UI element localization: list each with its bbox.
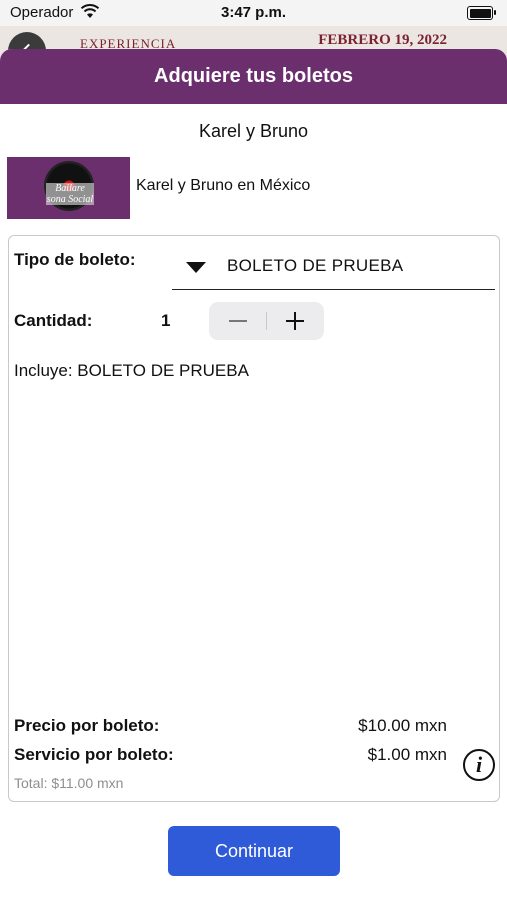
increment-button[interactable] [267,302,324,340]
ticket-type-value: BOLETO DE PRUEBA [227,256,404,275]
event-name: Karel y Bruno en México [136,177,311,194]
price-label: Precio por boleto: [14,716,160,735]
price-value: $10.00 mxn [358,716,447,735]
background-date: FEBRERO 19, 2022 [318,32,447,48]
ticket-form-card: Tipo de boleto: BOLETO DE PRUEBA Cantida… [8,235,500,802]
battery-fill [469,8,491,18]
decrement-button[interactable] [209,302,266,340]
purchase-sheet: Adquiere tus boletos Karel y Bruno Baila… [0,49,507,900]
quantity-stepper[interactable] [209,302,324,340]
info-icon[interactable]: i [463,749,495,781]
ticket-type-label: Tipo de boleto: [14,250,136,269]
service-label: Servicio por boleto: [14,745,174,764]
status-bar: Operador 3:47 p.m. [0,0,507,26]
event-thumbnail: Bailare sona Social [7,157,130,219]
includes-text: Incluye: BOLETO DE PRUEBA [14,361,249,380]
total-text: Total: $11.00 mxn [14,775,124,791]
service-value: $1.00 mxn [367,745,447,764]
quantity-label: Cantidad: [14,311,93,330]
thumbnail-logo-text: Bailare sona Social [46,183,94,205]
quantity-value: 1 [161,311,171,330]
sheet-title: Adquiere tus boletos [0,49,507,104]
continue-button[interactable]: Continuar [168,826,340,876]
event-title: Karel y Bruno [198,121,309,141]
dropdown-triangle-icon [186,262,206,273]
clock: 3:47 p.m. [220,4,287,21]
ticket-type-select[interactable]: BOLETO DE PRUEBA [172,244,495,290]
battery-icon [467,6,496,20]
event-summary: Bailare sona Social Karel y Bruno en Méx… [7,157,487,219]
